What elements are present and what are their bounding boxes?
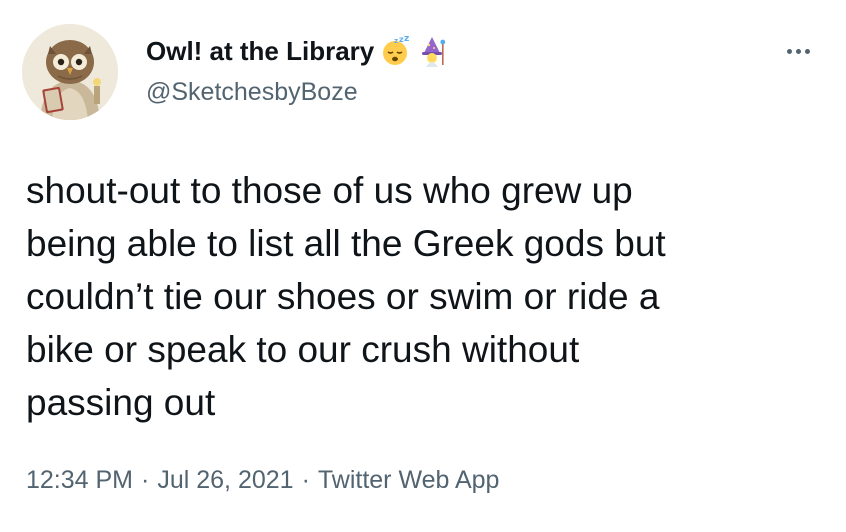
svg-text:z: z (394, 37, 398, 45)
tweet-source[interactable]: Twitter Web App (318, 466, 500, 494)
mage-emoji-icon (416, 35, 448, 67)
tweet-card: Owl! at the Library z z z @SketchesbyBoz… (0, 0, 846, 532)
svg-text:z: z (404, 36, 409, 44)
avatar[interactable] (22, 24, 118, 120)
author-handle[interactable]: @SketchesbyBoze (146, 78, 358, 107)
author-name-row: Owl! at the Library z z z (146, 34, 448, 68)
tweet-time[interactable]: 12:34 PM (26, 466, 133, 494)
meta-separator: · (301, 466, 310, 494)
meta-separator: · (141, 466, 150, 494)
sleeping-face-emoji-icon: z z z (380, 36, 410, 66)
tweet-text: shout-out to those of us who grew up bei… (26, 170, 666, 423)
more-dot (804, 48, 810, 54)
author-display-name[interactable]: Owl! at the Library (146, 36, 374, 67)
tweet-meta: 12:34 PM · Jul 26, 2021 · Twitter Web App (26, 466, 499, 495)
tweet-date[interactable]: Jul 26, 2021 (157, 466, 293, 494)
more-dot (786, 48, 792, 54)
more-options-icon[interactable] (776, 42, 820, 60)
more-dot (795, 48, 801, 54)
owl-avatar-icon (22, 24, 118, 120)
